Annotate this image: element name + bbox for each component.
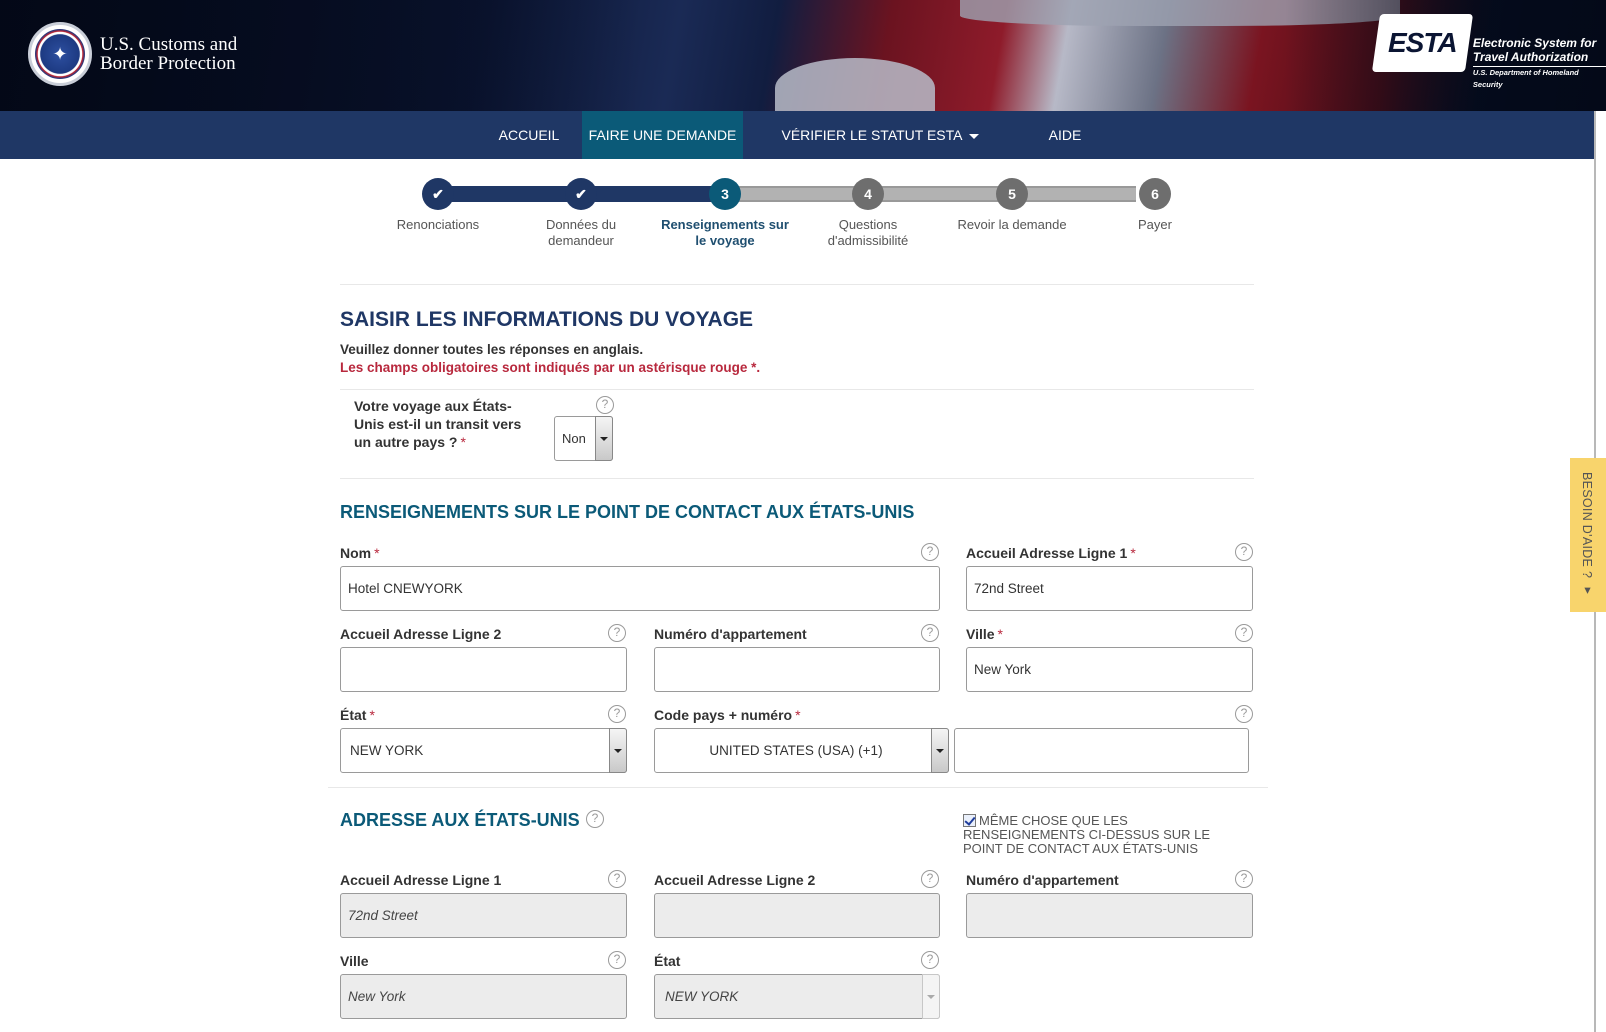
esta-tagline-1: Electronic System for [1472, 36, 1597, 50]
help-icon[interactable]: ? [921, 951, 939, 969]
help-icon[interactable]: ? [586, 810, 604, 828]
need-help-tab[interactable]: BESOIN D'AIDE ? ▾ [1570, 458, 1606, 612]
divider [340, 389, 1254, 390]
dropdown-arrow-icon[interactable] [931, 728, 949, 773]
step-renonciations[interactable]: ✔ Renonciations [373, 178, 503, 233]
esta-wordmark: ESTA [1388, 27, 1457, 58]
us-state-select[interactable]: NEW YORK [654, 974, 940, 1019]
help-icon[interactable]: ? [1235, 543, 1253, 561]
checkbox-checked-icon[interactable] [963, 814, 976, 827]
divider [340, 478, 1254, 479]
step-questions: 4 Questions d'admissibilité [803, 178, 933, 249]
phone-label: Code pays + numéro * [654, 707, 801, 723]
addr1-label: Accueil Adresse Ligne 1 * [966, 545, 1136, 561]
dropdown-arrow-icon[interactable] [609, 728, 627, 773]
step-payer: 6 Payer [1090, 178, 1220, 233]
help-icon[interactable]: ? [608, 705, 626, 723]
us-apt-label: Numéro d'appartement [966, 872, 1119, 888]
help-icon[interactable]: ? [1235, 870, 1253, 888]
nav-accueil[interactable]: ACCUEIL [488, 111, 570, 159]
check-icon: ✔ [565, 178, 597, 210]
dhs-seal-icon: ✦ [28, 22, 92, 86]
esta-logo[interactable]: ESTA Electronic System for Travel Author… [1371, 14, 1606, 91]
help-icon[interactable]: ? [608, 870, 626, 888]
addr1-input[interactable]: 72nd Street [966, 566, 1253, 611]
name-input[interactable]: Hotel CNEWYORK [340, 566, 940, 611]
us-state-label: État [654, 953, 681, 969]
page: ✦ U.S. Customs and Border Protection EST… [0, 0, 1606, 1032]
chevron-down-icon [968, 133, 979, 139]
help-icon[interactable]: ? [921, 870, 939, 888]
header-banner: ✦ U.S. Customs and Border Protection EST… [0, 0, 1606, 111]
apt-label: Numéro d'appartement [654, 626, 807, 642]
transit-select[interactable]: Non [554, 416, 613, 461]
page-title: SAISIR LES INFORMATIONS DU VOYAGE [340, 308, 754, 331]
agency-name-line1: U.S. Customs and [100, 34, 238, 55]
nav-faire-une-demande[interactable]: FAIRE UNE DEMANDE [582, 111, 743, 187]
us-city-label: Ville [340, 953, 369, 969]
us-city-input[interactable]: New York [340, 974, 627, 1019]
us-apt-input[interactable] [966, 893, 1253, 938]
apt-input[interactable] [654, 647, 940, 692]
city-input[interactable]: New York [966, 647, 1253, 692]
required-note: Les champs obligatoires sont indiqués pa… [340, 360, 761, 375]
english-note: Veuillez donner toutes les réponses en a… [340, 342, 644, 357]
country-code-select[interactable]: UNITED STATES (USA) (+1) [654, 728, 949, 773]
step-renseignements-voyage: 3 Renseignements sur le voyage [660, 178, 790, 249]
phone-number-input[interactable] [954, 728, 1249, 773]
help-icon[interactable]: ? [921, 624, 939, 642]
us-addr1-input[interactable]: 72nd Street [340, 893, 627, 938]
dropdown-arrow-icon[interactable] [922, 974, 940, 1019]
check-icon: ✔ [422, 178, 454, 210]
help-icon[interactable]: ? [921, 543, 939, 561]
step-revoir: 5 Revoir la demande [947, 178, 1077, 233]
esta-department: U.S. Department of Homeland Security [1472, 66, 1606, 91]
help-icon[interactable]: ? [1235, 624, 1253, 642]
nav-verifier-statut[interactable]: VÉRIFIER LE STATUT ESTA [780, 111, 980, 159]
help-icon[interactable]: ? [596, 396, 614, 414]
nav-aide[interactable]: AIDE [1040, 111, 1090, 159]
same-as-contact-checkbox[interactable]: MÊME CHOSE QUE LES RENSEIGNEMENTS CI-DES… [963, 814, 1233, 856]
us-address-title: ADRESSE AUX ÉTATS-UNIS [340, 810, 580, 830]
main-nav: ACCUEIL FAIRE UNE DEMANDE VÉRIFIER LE ST… [0, 111, 1594, 187]
state-select[interactable]: NEW YORK [340, 728, 627, 773]
divider [328, 787, 1268, 788]
city-label: Ville * [966, 626, 1003, 642]
us-addr1-label: Accueil Adresse Ligne 1 [340, 872, 502, 888]
dropdown-arrow-icon[interactable] [595, 416, 613, 461]
us-addr2-label: Accueil Adresse Ligne 2 [654, 872, 816, 888]
us-addr2-input[interactable] [654, 893, 940, 938]
addr2-input[interactable] [340, 647, 627, 692]
help-icon[interactable]: ? [608, 951, 626, 969]
progress-stepper: ✔ Renonciations ✔ Données du demandeur 3… [380, 178, 1180, 258]
transit-label: Votre voyage aux États-Unis est-il un tr… [354, 398, 522, 450]
step-donnees-demandeur[interactable]: ✔ Données du demandeur [516, 178, 646, 249]
addr2-label: Accueil Adresse Ligne 2 [340, 626, 502, 642]
state-label: État * [340, 707, 375, 723]
agency-name-line2: Border Protection [100, 53, 236, 74]
help-icon[interactable]: ? [608, 624, 626, 642]
help-icon[interactable]: ? [1235, 705, 1253, 723]
contact-section-title: RENSEIGNEMENTS SUR LE POINT DE CONTACT A… [340, 502, 915, 522]
name-label: Nom * [340, 545, 380, 561]
cbp-logo[interactable]: ✦ U.S. Customs and Border Protection [28, 22, 237, 86]
divider [340, 284, 1254, 285]
esta-tagline-2: Travel Authorization [1472, 50, 1589, 64]
